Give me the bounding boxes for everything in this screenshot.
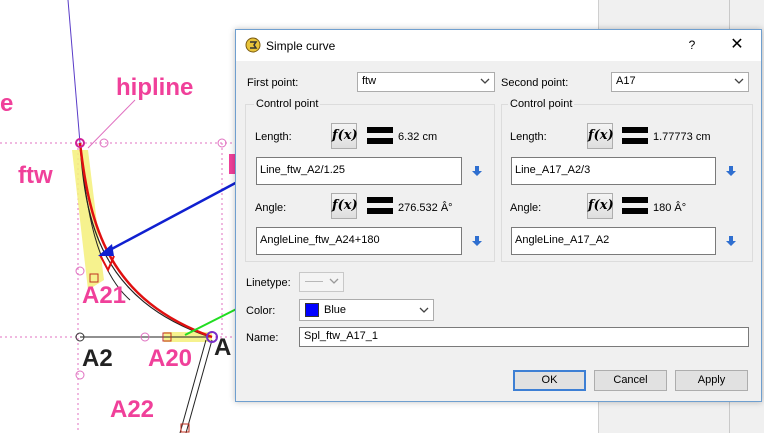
first-point-label: First point:	[247, 77, 299, 89]
formula-button[interactable]: f(x)	[587, 123, 614, 149]
simple-curve-dialog: Simple curve ? ✕ First point: ftw Second…	[235, 29, 762, 402]
cancel-button[interactable]: Cancel	[594, 370, 667, 391]
color-label: Color:	[246, 305, 276, 317]
angle-formula-field[interactable]: AngleLine_ftw_A24+180	[256, 227, 462, 255]
second-point-value: A17	[616, 75, 636, 87]
label-a-partial: A	[214, 334, 232, 361]
second-point-select[interactable]: A17	[611, 72, 749, 92]
color-swatch	[305, 303, 319, 317]
apply-button[interactable]: Apply	[675, 370, 748, 391]
pattern-line	[67, 0, 81, 144]
length-value: 6.32 cm	[398, 131, 438, 143]
linetype-preview	[305, 281, 323, 282]
point-marker[interactable]	[75, 370, 85, 380]
label-leader	[87, 99, 136, 149]
expand-down-icon[interactable]	[471, 235, 483, 247]
control-point-group-title: Control point	[508, 98, 575, 110]
control-arrow-blue	[105, 170, 257, 254]
first-point-value: ftw	[362, 75, 377, 87]
linetype-select[interactable]	[299, 272, 344, 292]
equals-icon	[367, 127, 393, 145]
color-select[interactable]: Blue	[299, 299, 434, 321]
chevron-down-icon	[734, 78, 744, 84]
length-value: 1.77773 cm	[653, 131, 711, 143]
angle-label: Angle:	[510, 202, 542, 214]
chevron-down-icon	[329, 278, 339, 284]
help-button[interactable]: ?	[682, 35, 702, 55]
label-a2: A2	[82, 345, 113, 372]
expand-down-icon[interactable]	[725, 165, 737, 177]
equals-icon	[367, 197, 393, 215]
equals-icon	[622, 127, 648, 145]
point-marker[interactable]	[75, 266, 85, 276]
label-ftw: ftw	[18, 162, 53, 189]
chevron-down-icon	[419, 307, 429, 313]
expand-down-icon[interactable]	[471, 165, 483, 177]
ok-button[interactable]: OK	[513, 370, 586, 391]
angle-value: 180 Â°	[653, 202, 687, 214]
formula-button[interactable]: f(x)	[331, 193, 358, 219]
dialog-titlebar[interactable]: Simple curve ? ✕	[236, 30, 761, 61]
length-formula-field[interactable]: Line_ftw_A2/1.25	[256, 157, 462, 185]
chevron-down-icon	[480, 78, 490, 84]
close-button[interactable]: ✕	[726, 35, 748, 55]
formula-button[interactable]: f(x)	[587, 193, 614, 219]
angle-label: Angle:	[255, 202, 287, 214]
length-label: Length:	[255, 131, 292, 143]
angle-value: 276.532 Â°	[398, 202, 453, 214]
formula-button[interactable]: f(x)	[331, 123, 358, 149]
label-e: e	[0, 90, 14, 117]
label-a20: A20	[148, 345, 193, 372]
expand-down-icon[interactable]	[725, 235, 737, 247]
dialog-title: Simple curve	[266, 39, 336, 53]
length-label: Length:	[510, 131, 547, 143]
angle-formula-field[interactable]: AngleLine_A17_A2	[511, 227, 716, 255]
name-field[interactable]: Spl_ftw_A17_1	[299, 327, 749, 347]
first-point-select[interactable]: ftw	[357, 72, 495, 92]
name-label: Name:	[246, 332, 279, 344]
label-hipline: hipline	[116, 74, 194, 101]
label-a22: A22	[110, 396, 155, 423]
second-point-label: Second point:	[501, 77, 569, 89]
color-value: Blue	[324, 304, 347, 316]
label-a21: A21	[82, 282, 127, 309]
app-icon	[245, 37, 261, 53]
equals-icon	[622, 197, 648, 215]
length-formula-field[interactable]: Line_A17_A2/3	[511, 157, 716, 185]
control-point-group-title: Control point	[254, 98, 321, 110]
linetype-label: Linetype:	[246, 277, 291, 289]
